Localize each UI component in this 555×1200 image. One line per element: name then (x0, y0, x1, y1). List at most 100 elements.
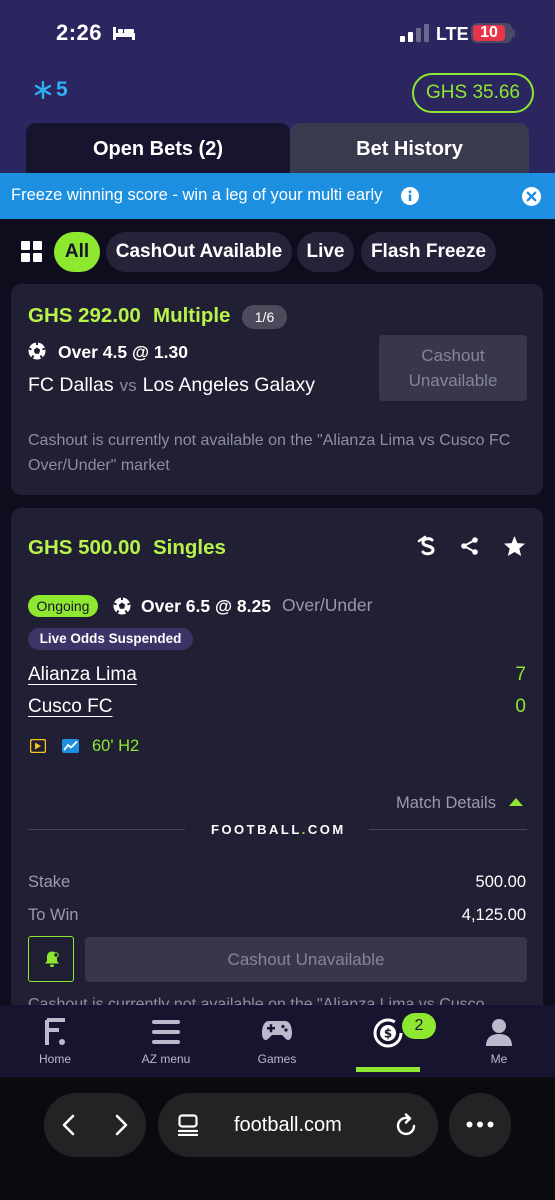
cashout-line2: Unavailable (408, 371, 498, 390)
cashout-line1: Cashout (421, 346, 485, 365)
bet-amount: GHS 292.00 (28, 304, 141, 327)
filter-live[interactable]: Live (297, 232, 354, 272)
to-win-label: To Win (28, 906, 79, 924)
logo-suffix: COM (307, 822, 346, 837)
football-com-logo: FOOTBALL.COM (211, 822, 346, 837)
divider (369, 829, 527, 830)
football-logo-icon (45, 1018, 65, 1045)
chevron-up-icon (508, 798, 523, 806)
bets-coin-icon: $ (373, 1018, 403, 1048)
status-badge: Ongoing (28, 595, 98, 617)
user-icon (486, 1019, 512, 1046)
favorite-star-icon[interactable] (503, 535, 526, 557)
browser-nav-group (44, 1093, 146, 1157)
cashout-s-icon[interactable] (417, 535, 439, 557)
address-bar[interactable]: football.com (158, 1093, 438, 1157)
soccer-ball-icon (113, 597, 131, 615)
team-row-2: Cusco FC 0 (28, 696, 526, 718)
stake-label: Stake (28, 873, 71, 891)
nav-label: AZ menu (141, 1052, 191, 1066)
nav-label: Me (490, 1052, 508, 1066)
live-stats-icon[interactable] (62, 739, 79, 753)
to-win-row: To Win 4,125.00 (28, 906, 526, 925)
cellular-signal-icon (400, 24, 429, 42)
balance-button[interactable]: GHS 35.66 (412, 73, 534, 113)
away-team: Los Angeles Galaxy (142, 374, 315, 396)
tab-bet-history[interactable]: Bet History (290, 123, 529, 173)
team-row-1: Alianza Lima 7 (28, 664, 526, 686)
gamepad-icon (262, 1021, 292, 1041)
back-arrow-icon[interactable] (61, 1114, 75, 1136)
live-odds-suspended-badge: Live Odds Suspended (28, 628, 193, 650)
match-time: 60' H2 (92, 737, 140, 755)
alert-bell-button[interactable] (28, 936, 74, 982)
page-tab-icon[interactable] (178, 1114, 198, 1136)
match-details-toggle[interactable]: Match Details (396, 794, 523, 813)
nav-games[interactable]: Games (222, 1005, 332, 1077)
tab-open-bets[interactable]: Open Bets (2) (26, 123, 290, 173)
battery-tip (512, 29, 515, 37)
stake-row: Stake 500.00 (28, 873, 526, 892)
browser-toolbar: football.com (0, 1077, 555, 1200)
team-name[interactable]: Cusco FC (28, 696, 112, 717)
cashout-unavailable-button: Cashout Unavailable (85, 937, 527, 982)
soccer-ball-icon (28, 342, 46, 360)
filter-all[interactable]: All (54, 232, 100, 272)
flash-freeze-banner: Freeze winning score - win a leg of your… (0, 173, 555, 219)
bet-type: Singles (153, 536, 226, 559)
team-score: 0 (515, 696, 526, 717)
more-icon (466, 1121, 494, 1128)
info-icon[interactable] (401, 187, 419, 205)
nav-label: Games (257, 1052, 297, 1066)
bets-tabs: Open Bets (2) Bet History (0, 123, 555, 173)
filter-cashout-available[interactable]: CashOut Available (106, 232, 292, 272)
selection: Over 6.5 @ 8.25 (141, 596, 271, 616)
nav-label: Home (38, 1052, 71, 1066)
app-header: 5 GHS 35.66 (0, 66, 555, 123)
network-type: LTE (436, 24, 469, 44)
status-bar: 2:26 LTE 10 (0, 0, 555, 66)
stake-value: 500.00 (475, 873, 526, 891)
cashout-note: Cashout is currently not available on th… (28, 996, 485, 1005)
selection: Over 4.5 @ 1.30 (58, 342, 188, 362)
more-options-button[interactable] (449, 1093, 511, 1157)
filter-flash-freeze[interactable]: Flash Freeze (361, 232, 496, 272)
team-score: 7 (515, 664, 526, 685)
home-team: FC Dallas (28, 374, 114, 396)
bet-card-multiple[interactable]: GHS 292.00 Multiple 1/6 Over 4.5 @ 1.30 … (11, 284, 543, 495)
vs-label: vs (119, 376, 137, 395)
banner-text: Freeze winning score - win a leg of your… (11, 186, 383, 204)
svg-text:$: $ (384, 1027, 392, 1041)
battery-icon: 10 (471, 23, 512, 43)
status-time: 2:26 (56, 20, 103, 45)
live-stream-icon[interactable] (30, 739, 46, 753)
grid-view-icon[interactable] (21, 241, 42, 262)
bet-amount: GHS 500.00 (28, 536, 141, 559)
cashout-unavailable-button: Cashout Unavailable (379, 335, 527, 401)
forward-arrow-icon[interactable] (115, 1114, 129, 1136)
nav-home[interactable]: Home (0, 1005, 110, 1077)
market-name: Over/Under (282, 595, 373, 615)
nav-active-indicator (356, 1067, 420, 1072)
open-bets-count-badge: 2 (402, 1013, 436, 1039)
flash-freeze-counter[interactable]: 5 (34, 78, 68, 102)
logo-word: FOOTBALL (211, 822, 302, 837)
close-icon[interactable] (522, 187, 541, 206)
cashout-note: Cashout is currently not available on th… (28, 432, 511, 474)
nav-az-menu[interactable]: AZ menu (111, 1005, 221, 1077)
to-win-value: 4,125.00 (461, 906, 526, 924)
bell-icon (45, 951, 59, 967)
match-details-label: Match Details (396, 794, 496, 812)
menu-icon (152, 1020, 180, 1044)
freeze-count: 5 (56, 78, 68, 101)
legs-count-badge: 1/6 (242, 305, 287, 329)
battery-level: 10 (480, 24, 498, 41)
sleep-mode-icon (113, 27, 135, 40)
reload-icon[interactable] (396, 1113, 418, 1137)
nav-me[interactable]: Me (444, 1005, 554, 1077)
share-icon[interactable] (460, 536, 480, 556)
divider (28, 829, 185, 830)
filter-bar: All CashOut Available Live Flash Freeze (0, 229, 555, 275)
bet-card-singles[interactable]: GHS 500.00 Singles Ongoing Over 6.5 @ 8.… (11, 508, 543, 1028)
team-name[interactable]: Alianza Lima (28, 664, 137, 685)
